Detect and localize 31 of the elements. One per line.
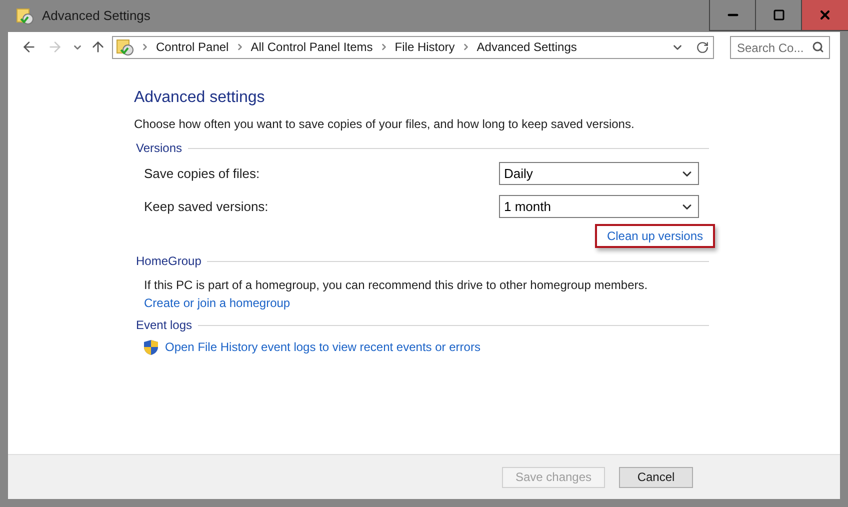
event-logs-link[interactable]: Open File History event logs to view recent events or errors (165, 338, 480, 356)
description-text: If this PC is part of a homegroup, you can recommend this drive to other homegroup members. (143, 277, 649, 294)
field-label: Save copies of files: (144, 164, 260, 183)
dropdown[interactable]: 1 month (499, 195, 699, 218)
intro-text: Choose how often you want to save copies of your files, and how long to keep saved versions. (134, 116, 636, 133)
dropdown[interactable]: Daily (499, 162, 699, 185)
shield-icon (143, 338, 159, 356)
breadcrumb[interactable]: Control Panel (156, 38, 229, 56)
address-bar[interactable]: Control Panel All Control Panel Items File History Advanced Settings (112, 36, 714, 58)
refresh-icon[interactable] (696, 40, 709, 54)
page-heading: Advanced settings (134, 88, 266, 108)
close-button[interactable] (802, 0, 848, 30)
breadcrumb[interactable]: All Control Panel Items (250, 38, 373, 56)
search-field[interactable]: Search Co... (730, 36, 830, 59)
homegroup-link[interactable]: Create or join a homegroup (134, 294, 709, 312)
window-title: Advanced Settings (42, 7, 150, 26)
breadcrumb[interactable]: Advanced Settings (476, 38, 577, 56)
chevron-right-icon (140, 42, 150, 52)
file-history-icon (116, 38, 134, 56)
close-icon (818, 8, 832, 22)
breadcrumb[interactable]: File History (394, 38, 455, 56)
cancel-button[interactable]: Cancel (619, 466, 693, 488)
section-title: Event logs (136, 317, 192, 334)
clean-up-link[interactable]: Clean up versions (594, 224, 715, 248)
field-label: Keep saved versions: (144, 198, 268, 216)
section-title: Versions (136, 140, 182, 157)
forward-arrow-icon (47, 39, 63, 55)
section-title: HomeGroup (136, 253, 202, 270)
search-icon (812, 40, 824, 52)
file-history-icon (16, 7, 34, 25)
maximize-icon (772, 9, 784, 21)
